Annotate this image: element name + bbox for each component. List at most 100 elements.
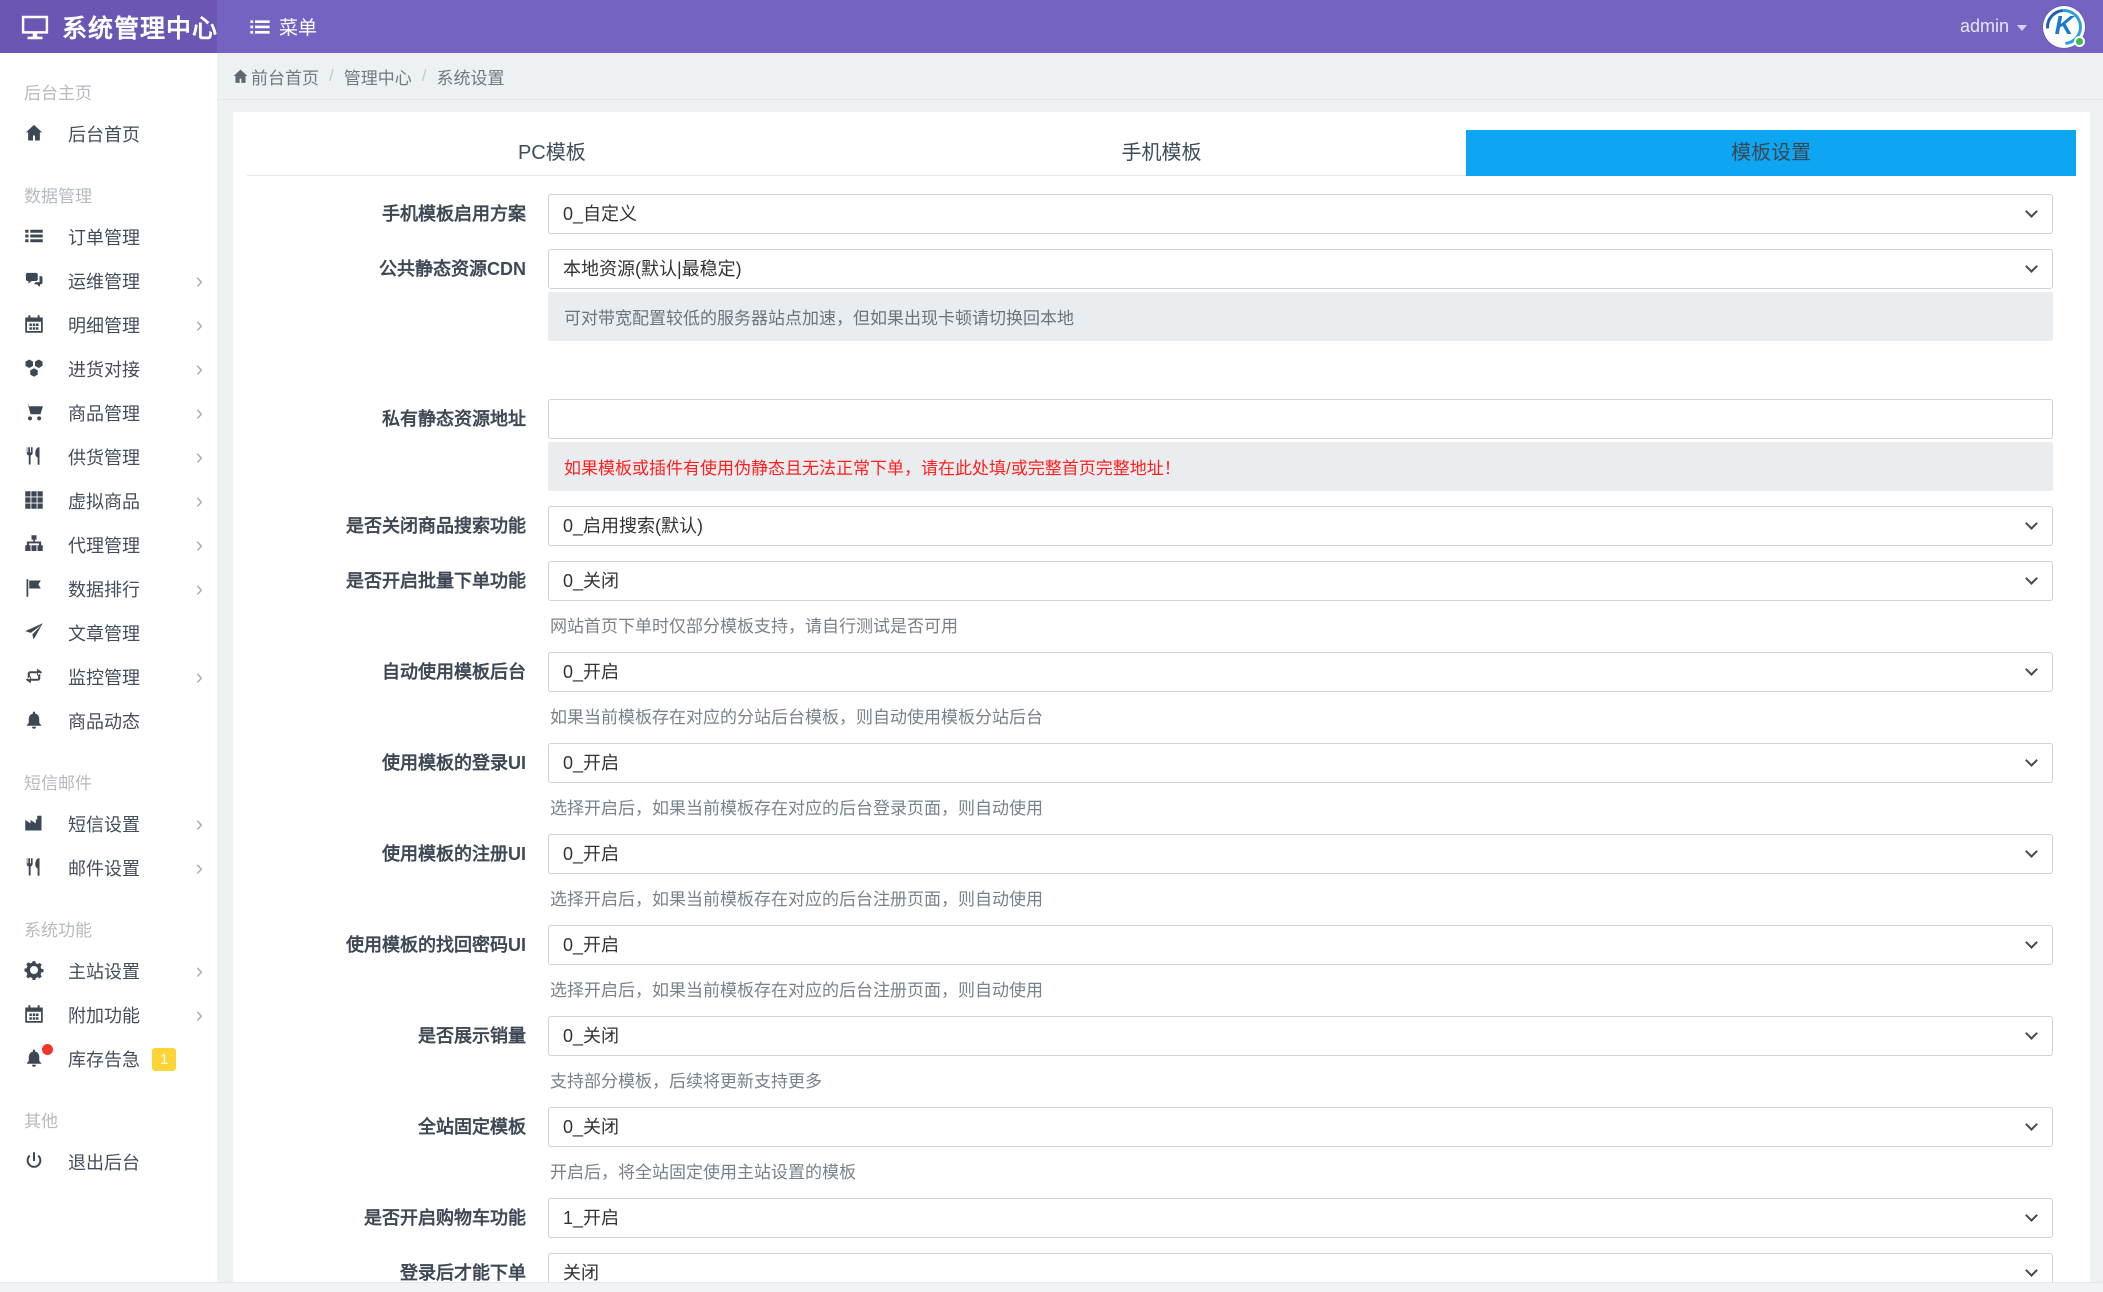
chevron-right-icon: › [195,958,203,983]
template-tabs: PC模板 手机模板 模板设置 [247,130,2077,176]
sidebar-item-label: 库存告急 [68,1050,140,1070]
cubes-icon [24,358,46,380]
avatar[interactable]: K [2038,1,2090,52]
select-使用模板的注册UI[interactable]: 0_开启 [548,834,2053,874]
top-navbar: 系统管理中心 菜单 admin K [0,0,2103,53]
form-field: 0_开启选择开启后，如果当前模板存在对应的后台注册页面，则自动使用 [548,925,2053,1001]
home-icon [24,123,46,145]
tab-PC模板[interactable]: PC模板 [247,130,857,176]
form-label: 公共静态资源CDN [379,259,526,279]
select-是否开启购物车功能[interactable]: 1_开启 [548,1198,2053,1238]
form-field: 0_开启 选择开启后，如果当前模板存在对应的后台注册页面，则自动使用 [548,834,2053,910]
sidebar-item-label: 主站设置 [68,962,140,982]
calendar-icon [24,1004,46,1026]
admin-dropdown[interactable]: admin [1960,16,2027,37]
sidebar-item-商品动态[interactable]: 商品动态 [0,699,217,743]
select-是否关闭商品搜索功能[interactable]: 0_启用搜索(默认) [548,506,2053,546]
sitemap-icon [24,534,46,556]
tab-模板设置[interactable]: 模板设置 [1466,130,2077,176]
select-是否展示销量[interactable]: 0_关闭 [548,1016,2053,1056]
sidebar-item-主站设置[interactable]: 主站设置 › [0,949,217,993]
chevron-right-icon: › [195,488,203,513]
sidebar-item-供货管理[interactable]: 供货管理 › [0,435,217,479]
utensils-icon [24,446,46,468]
sidebar-item-订单管理[interactable]: 订单管理 [0,215,217,259]
form-row: 公共静态资源CDN 本地资源(默认|最稳定) 可对带宽配置较低的服务器站点加速，但如… [248,249,2053,341]
avatar-logo: K [2054,10,2074,40]
sidebar-item-label: 明细管理 [68,316,140,336]
sidebar-item-虚拟商品[interactable]: 虚拟商品 › [0,479,217,523]
help-box: 可对带宽配置较低的服务器站点加速，但如果出现卡顿请切换回本地 [548,292,2053,341]
select-公共静态资源CDN[interactable]: 本地资源(默认|最稳定) [548,249,2053,289]
help-text: 选择开启后，如果当前模板存在对应的后台注册页面，则自动使用 [550,981,1043,1000]
sidebar-item-label: 监控管理 [68,668,140,688]
sidebar-item-label: 退出后台 [68,1153,140,1173]
sidebar-item-明细管理[interactable]: 明细管理 › [0,303,217,347]
sidebar-item-库存告急[interactable]: 库存告急 1 [0,1037,217,1081]
settings-card: PC模板 手机模板 模板设置 手机模板启用方案 0_自定义公共静态资源CDN 本地资源(… [233,112,2090,1291]
form-field: 如果模板或插件有使用伪静态且无法正常下单，请在此处填/或完整首页完整地址！ [548,399,2053,491]
sidebar-item-label: 运维管理 [68,272,140,292]
form-row: 手机模板启用方案 0_自定义 [248,194,2053,234]
select-使用模板的找回密码UI[interactable]: 0_开启 [548,925,2053,965]
form-field: 0_自定义 [548,194,2053,234]
select-自动使用模板后台[interactable]: 0_开启 [548,652,2053,692]
sidebar-item-邮件设置[interactable]: 邮件设置 › [0,846,217,890]
sidebar-item-label: 附加功能 [68,1006,140,1026]
breadcrumb-item[interactable]: 前台首页 [251,64,319,89]
form-control-wrap: 本地资源(默认|最稳定) [548,249,2053,289]
form-row: 是否开启批量下单功能 0_关闭 网站首页下单时仅部分模板支持，请自行测试是否可用 [248,561,2053,637]
sidebar-item-商品管理[interactable]: 商品管理 › [0,391,217,435]
chevron-right-icon: › [195,400,203,425]
menu-toggle-button[interactable]: 菜单 [217,0,339,53]
sidebar-item-数据排行[interactable]: 数据排行 › [0,567,217,611]
sidebar-item-label: 数据排行 [68,580,140,600]
grid-icon [24,490,46,512]
select-是否开启批量下单功能[interactable]: 0_关闭 [548,561,2053,601]
sidebar-item-进货对接[interactable]: 进货对接 › [0,347,217,391]
bell-icon [24,1044,53,1070]
form-row: 是否展示销量 0_关闭 支持部分模板，后续将更新支持更多 [248,1016,2053,1092]
form-field: 0_启用搜索(默认) [548,506,2053,546]
breadcrumb-item[interactable]: 系统设置 [436,64,504,89]
select-全站固定模板[interactable]: 0_关闭 [548,1107,2053,1147]
sidebar-item-后台首页[interactable]: 后台首页 [0,112,217,156]
chevron-right-icon: › [195,444,203,469]
form-control-wrap: 0_开启 [548,925,2053,965]
sidebar-section-header: 其他 [24,1112,58,1131]
breadcrumb-item[interactable]: 管理中心 [344,64,412,89]
sidebar-item-文章管理[interactable]: 文章管理 [0,611,217,655]
form-field: 0_关闭 网站首页下单时仅部分模板支持，请自行测试是否可用 [548,561,2053,637]
form-field: 0_开启 如果当前模板存在对应的分站后台模板，则自动使用模板分站后台 [548,652,2053,728]
sidebar-item-退出后台[interactable]: 退出后台 [0,1140,217,1184]
select-手机模板启用方案[interactable]: 0_自定义 [548,194,2053,234]
form-control-wrap: 0_开启 [548,652,2053,692]
form-control-wrap [548,399,2053,439]
sidebar-item-监控管理[interactable]: 监控管理 › [0,655,217,699]
main-content: 前台首页 / 管理中心 / 系统设置 PC模板 手机模板 模板设置 手机模板启用方案 0_自定… [217,53,2103,1292]
breadcrumb-separator: / [329,66,334,85]
form-control-wrap: 0_关闭 [548,1107,2053,1147]
form-label: 是否开启批量下单功能 [346,571,526,591]
horizontal-scrollbar[interactable] [0,1282,2103,1292]
text-input[interactable] [548,399,2053,439]
flag-icon [24,578,46,600]
form-control-wrap: 1_开启 [548,1198,2053,1238]
sidebar-item-代理管理[interactable]: 代理管理 › [0,523,217,567]
sidebar-item-运维管理[interactable]: 运维管理 › [0,259,217,303]
sidebar-item-附加功能[interactable]: 附加功能 › [0,993,217,1037]
sidebar-item-短信设置[interactable]: 短信设置 › [0,802,217,846]
bell-icon [24,710,46,732]
sidebar-item-label: 供货管理 [68,448,140,468]
form-row: 全站固定模板 0_关闭 开启后，将全站固定使用主站设置的模板 [248,1107,2053,1183]
form-row: 使用模板的登录UI 0_开启 选择开启后，如果当前模板存在对应的后台登录页面，则自动… [248,743,2053,819]
tab-手机模板[interactable]: 手机模板 [856,130,1467,176]
chevron-right-icon: › [195,312,203,337]
form-field: 1_开启 [548,1198,2053,1238]
count-badge: 1 [152,1047,177,1071]
form-field: 0_关闭 开启后，将全站固定使用主站设置的模板 [548,1107,2053,1183]
form-field: 0_关闭 支持部分模板，后续将更新支持更多 [548,1016,2053,1092]
app-title: 系统管理中心 [62,14,219,43]
select-使用模板的登录UI[interactable]: 0_开启 [548,743,2053,783]
sidebar-section-header: 短信邮件 [24,774,92,793]
